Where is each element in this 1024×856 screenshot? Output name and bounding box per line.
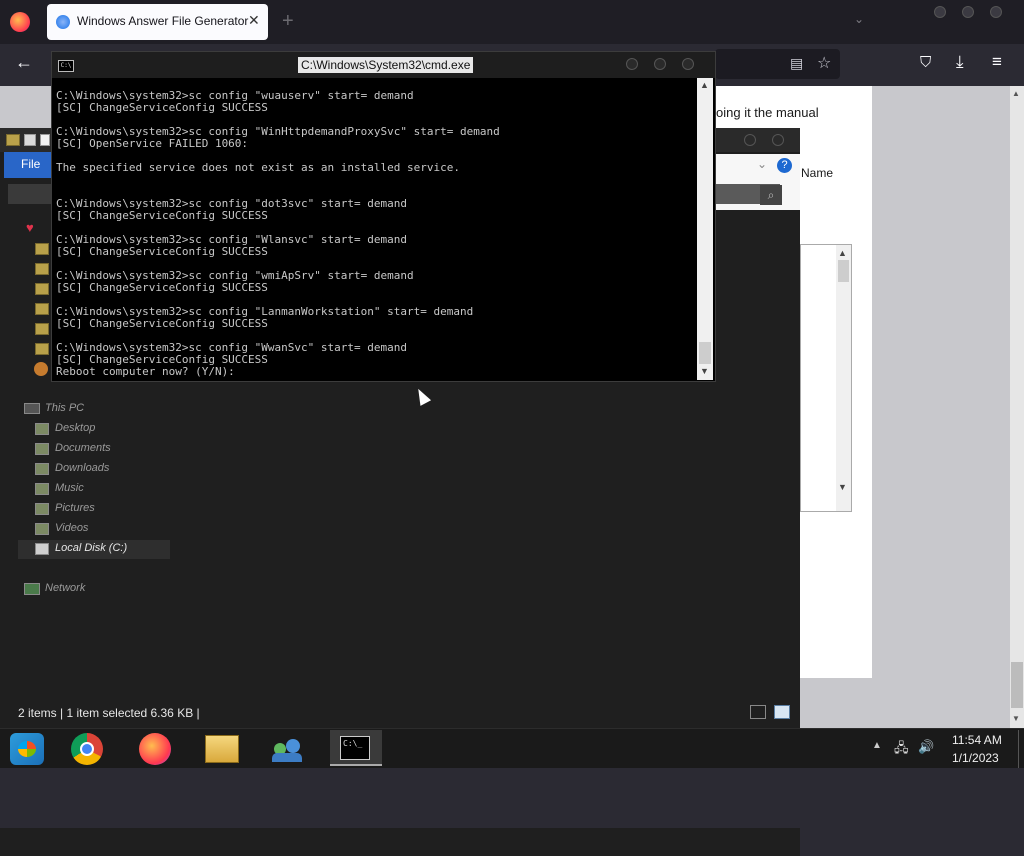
large-icons-view-icon[interactable] — [774, 705, 790, 719]
user-head-icon — [286, 739, 300, 753]
page-scrollbar-thumb[interactable] — [1011, 662, 1023, 708]
folder-icon — [6, 134, 20, 146]
new-tab-button[interactable]: + — [282, 10, 294, 33]
nav-tree-pictures[interactable]: Pictures — [55, 502, 95, 514]
quick-access-icon[interactable] — [24, 134, 36, 146]
tab-close-button[interactable]: ✕ — [248, 12, 260, 29]
file-list-scrollbar[interactable] — [836, 245, 851, 511]
nav-tree-music[interactable]: Music — [55, 482, 84, 494]
tray-overflow-chevron-icon[interactable]: ▲ — [872, 740, 882, 751]
tray-volume-icon[interactable]: 🔊 — [918, 739, 934, 755]
search-icon[interactable]: ⌕ — [760, 185, 782, 205]
nav-tree-this-pc[interactable]: This PC — [45, 402, 84, 414]
favorites-heart-icon: ♥ — [26, 220, 34, 235]
page-scroll-up-icon[interactable]: ▲ — [1012, 89, 1020, 98]
explorer-status-bar — [0, 828, 800, 856]
hamburger-menu-icon[interactable]: ≡ — [992, 52, 1002, 72]
sidebar-folder-icon[interactable] — [35, 323, 49, 335]
music-folder-icon — [35, 483, 49, 495]
back-arrow-icon[interactable]: ← — [15, 52, 33, 73]
browser-close-button[interactable] — [990, 6, 1002, 18]
firefox-logo-icon[interactable] — [10, 12, 30, 32]
download-icon[interactable]: ⤓ — [956, 52, 964, 72]
cmd-console-output[interactable]: C:\Windows\system32>sc config "wuauserv"… — [56, 90, 696, 380]
cmd-scroll-down-icon[interactable]: ▼ — [700, 366, 709, 376]
file-list-scroll-down-icon[interactable]: ▼ — [838, 482, 847, 492]
cmd-window-title: C:\Windows\System32\cmd.exe — [298, 57, 474, 73]
document-icon[interactable] — [40, 134, 50, 146]
file-list-scrollbar-thumb[interactable] — [838, 260, 849, 282]
taskbar-cmd-icon[interactable]: C:\_ — [340, 736, 370, 760]
sidebar-app-icon[interactable] — [34, 362, 48, 376]
show-desktop-button[interactable] — [1018, 730, 1024, 768]
reader-view-icon[interactable]: ▤ — [790, 55, 803, 72]
cmd-scrollbar-thumb[interactable] — [699, 342, 711, 364]
videos-folder-icon — [35, 523, 49, 535]
tray-network-icon[interactable]: 🖧 — [894, 739, 909, 761]
tab-title: Windows Answer File Generator — [77, 14, 249, 28]
ribbon-tab-file[interactable]: File — [4, 152, 52, 178]
sidebar-folder-icon[interactable] — [35, 243, 49, 255]
tab-list-chevron-icon[interactable]: ⌄ — [854, 12, 864, 26]
sidebar-folder-icon[interactable] — [35, 303, 49, 315]
browser-minimize-button[interactable] — [934, 6, 946, 18]
cmd-window[interactable]: C:\ C:\Windows\System32\cmd.exe C:\Windo… — [51, 51, 716, 382]
pocket-icon[interactable]: ⛉ — [920, 54, 931, 71]
taskbar-firefox-icon[interactable] — [139, 733, 171, 765]
help-icon[interactable]: ? — [777, 158, 792, 173]
nav-tree-network[interactable]: Network — [45, 582, 85, 594]
user-body-icon — [272, 753, 302, 762]
start-orb-icon — [18, 741, 36, 757]
nav-tree-local-disk[interactable]: Local Disk (C:) — [55, 542, 127, 554]
nav-tree-documents[interactable]: Documents — [55, 442, 111, 454]
cmd-app-icon[interactable]: C:\ — [58, 60, 74, 72]
page-scrollbar[interactable] — [1010, 86, 1024, 728]
page-scroll-down-icon[interactable]: ▼ — [1012, 714, 1020, 723]
clock-time[interactable]: 11:54 AM — [952, 733, 1002, 747]
explorer-minimize-button[interactable] — [744, 134, 756, 146]
status-bar-text: 2 items | 1 item selected 6.36 KB | — [18, 706, 200, 720]
pictures-folder-icon — [35, 503, 49, 515]
documents-folder-icon — [35, 443, 49, 455]
nav-tree-desktop[interactable]: Desktop — [55, 422, 95, 434]
cmd-close-button[interactable] — [682, 58, 694, 70]
web-page-text: oing it the manual — [716, 105, 819, 120]
details-view-icon[interactable] — [750, 705, 766, 719]
this-pc-icon — [24, 403, 40, 414]
file-list-scroll-up-icon[interactable]: ▲ — [838, 248, 847, 258]
clock-date[interactable]: 1/1/2023 — [952, 751, 999, 765]
ribbon-expand-chevron-icon[interactable]: ⌄ — [757, 157, 767, 171]
desktop-folder-icon — [35, 423, 49, 435]
explorer-close-button[interactable] — [772, 134, 784, 146]
cmd-scroll-up-icon[interactable]: ▲ — [700, 80, 709, 90]
browser-tab-active[interactable]: Windows Answer File Generator ✕ — [47, 4, 268, 40]
cmd-minimize-button[interactable] — [626, 58, 638, 70]
downloads-folder-icon — [35, 463, 49, 475]
local-disk-drive-icon — [35, 543, 49, 555]
globe-favicon-icon — [56, 15, 70, 29]
cmd-maximize-button[interactable] — [654, 58, 666, 70]
column-header-name[interactable]: Name — [801, 166, 833, 180]
bookmark-star-icon[interactable]: ☆ — [817, 53, 831, 73]
nav-tree-downloads[interactable]: Downloads — [55, 462, 109, 474]
network-icon — [24, 583, 40, 595]
taskbar-file-explorer-icon[interactable] — [205, 735, 239, 763]
sidebar-folder-icon[interactable] — [35, 343, 49, 355]
sidebar-folder-icon[interactable] — [35, 263, 49, 275]
cmd-scrollbar[interactable] — [697, 78, 713, 380]
taskbar-users-icon[interactable] — [270, 735, 304, 763]
sidebar-folder-icon[interactable] — [35, 283, 49, 295]
browser-maximize-button[interactable] — [962, 6, 974, 18]
chrome-icon-center — [80, 742, 94, 756]
nav-tree-videos[interactable]: Videos — [55, 522, 88, 534]
